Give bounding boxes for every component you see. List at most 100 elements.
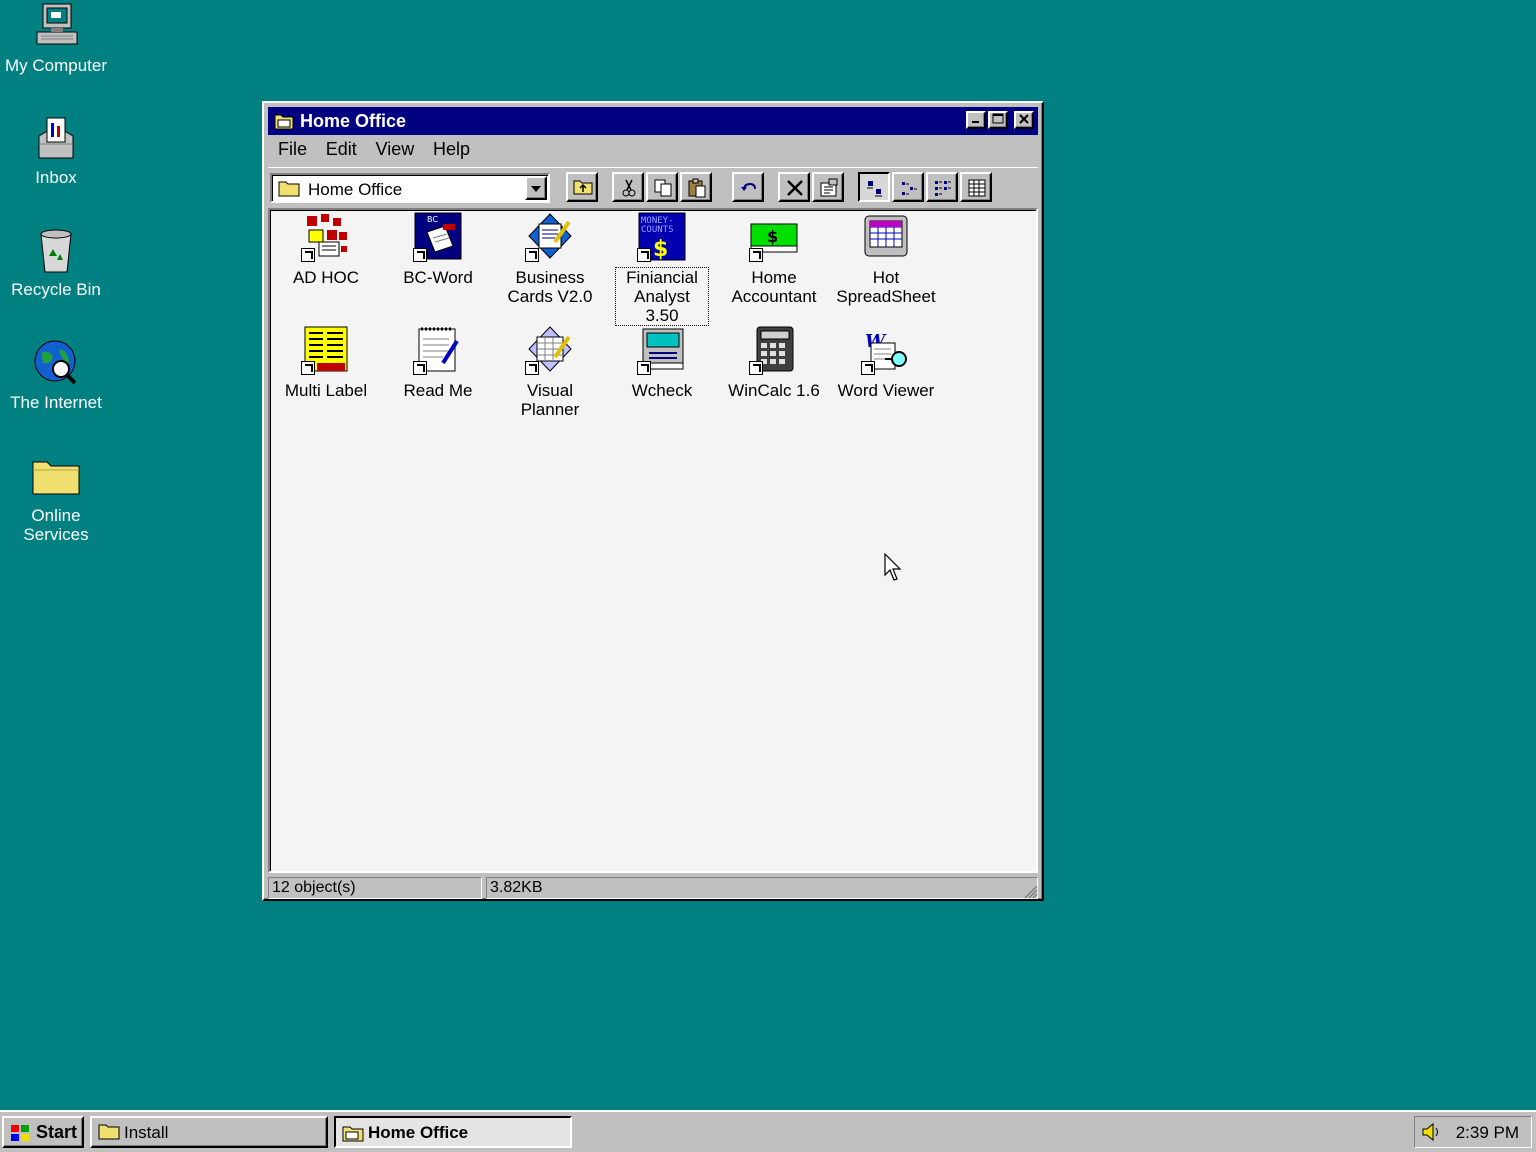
computer-icon [31, 2, 81, 52]
menu-view[interactable]: View [370, 137, 421, 162]
folder-icon [31, 452, 81, 502]
menu-help[interactable]: Help [427, 137, 476, 162]
start-button[interactable]: Start [2, 1116, 84, 1148]
file-item-label: AD HOC [292, 268, 360, 287]
minimize-button[interactable] [966, 111, 986, 129]
file-item-word-viewer[interactable]: W Word Viewer [830, 325, 942, 400]
desktop-icon-label: Recycle Bin [11, 280, 101, 299]
file-item-label: BC-Word [403, 268, 473, 287]
file-item-label: WinCalc 1.6 [728, 381, 820, 400]
menu-bar: File Edit View Help [272, 137, 478, 163]
toolbar: Home Office [268, 167, 1038, 208]
desktop-icon-the-internet[interactable]: The Internet [0, 339, 112, 412]
copy-button[interactable] [646, 172, 678, 202]
status-size: 3.82KB [486, 877, 1038, 899]
folder-window-icon [342, 1124, 364, 1147]
desktop-icon-label: My Computer [4, 56, 108, 75]
file-item-label: Wcheck [631, 381, 693, 400]
resize-grip-icon[interactable] [1022, 883, 1038, 899]
desktop-icon-online-services[interactable]: Online Services [0, 452, 112, 544]
folder-icon [278, 181, 300, 197]
start-label: Start [36, 1122, 78, 1142]
dollar-bill-icon: $ [749, 212, 799, 262]
folder-content-area[interactable]: AD HOC BC BC-Word Business Cards V2.0 MO… [268, 208, 1038, 873]
status-bar: 12 object(s) 3.82KB [268, 875, 1038, 899]
inbox-icon [31, 114, 81, 164]
recycle-bin-icon [31, 226, 81, 276]
bcword-icon: BC [413, 212, 463, 262]
file-item-label: Word Viewer [837, 381, 935, 400]
menu-edit[interactable]: Edit [320, 137, 363, 162]
file-item-multi-label[interactable]: Multi Label [270, 325, 382, 400]
file-item-financial-analyst[interactable]: MONEY- COUNTS $ Finiancial Analyst 3.50 [606, 212, 718, 326]
adhoc-icon [301, 212, 351, 262]
windows-logo-icon [9, 1123, 31, 1148]
file-item-read-me[interactable]: Read Me [382, 325, 494, 400]
delete-button[interactable] [778, 172, 810, 202]
file-item-visual-planner[interactable]: Visual Planner [494, 325, 606, 419]
task-label: Install [124, 1123, 169, 1142]
properties-button[interactable] [812, 172, 844, 202]
file-item-label: Home Accountant [731, 268, 817, 306]
desktop-icon-recycle-bin[interactable]: Recycle Bin [0, 226, 112, 299]
taskbar: Start Install Home Office 2:39 PM [0, 1110, 1536, 1152]
cut-button[interactable] [612, 172, 644, 202]
system-tray: 2:39 PM [1414, 1116, 1532, 1148]
file-item-home-accountant[interactable]: $ Home Accountant [718, 212, 830, 306]
file-item-label: Hot SpreadSheet [836, 268, 936, 306]
svg-text:BC: BC [427, 215, 438, 224]
up-one-level-button[interactable] [566, 172, 598, 202]
internet-icon [31, 339, 81, 389]
folder-window-icon [274, 112, 294, 130]
window-titlebar[interactable]: Home Office [268, 107, 1038, 135]
file-item-ad-hoc[interactable]: AD HOC [270, 212, 382, 287]
folder-icon [98, 1124, 120, 1145]
file-item-wincalc[interactable]: WinCalc 1.6 [718, 325, 830, 400]
volume-speaker-icon[interactable] [1421, 1122, 1443, 1147]
explorer-window: Home Office File Edit View Help Home Off… [262, 101, 1044, 901]
small-icons-view-button[interactable] [892, 172, 924, 202]
list-view-button[interactable] [926, 172, 958, 202]
taskbar-button-home-office[interactable]: Home Office [334, 1116, 572, 1148]
clock[interactable]: 2:39 PM [1456, 1123, 1519, 1143]
calculator-icon [749, 325, 799, 375]
money-counts-icon: MONEY- COUNTS $ [637, 212, 687, 262]
details-view-button[interactable] [960, 172, 992, 202]
spreadsheet-icon [861, 212, 911, 262]
address-value: Home Office [308, 180, 403, 199]
check-icon [637, 325, 687, 375]
svg-text:COUNTS: COUNTS [641, 225, 674, 235]
mouse-cursor-icon [884, 552, 904, 588]
file-item-bc-word[interactable]: BC BC-Word [382, 212, 494, 287]
file-item-label: Multi Label [284, 381, 368, 400]
file-item-label: Visual Planner [520, 381, 580, 419]
desktop-icon-label: Inbox [35, 168, 77, 187]
file-item-business-cards[interactable]: Business Cards V2.0 [494, 212, 606, 306]
dropdown-arrow-button[interactable] [525, 176, 547, 200]
large-icons-view-button[interactable] [858, 172, 890, 202]
status-object-count: 12 object(s) [268, 877, 482, 899]
svg-text:$: $ [767, 227, 778, 246]
taskbar-button-install[interactable]: Install [90, 1116, 328, 1148]
close-button[interactable] [1014, 111, 1034, 129]
planner-icon [525, 325, 575, 375]
file-item-label: Business Cards V2.0 [507, 268, 593, 306]
word-viewer-icon: W [861, 325, 911, 375]
file-item-label: Finiancial Analyst 3.50 [615, 267, 709, 326]
desktop-icon-my-computer[interactable]: My Computer [0, 2, 112, 75]
window-title: Home Office [300, 111, 407, 131]
desktop-icon-label: The Internet [10, 393, 102, 412]
notepad-icon [413, 325, 463, 375]
maximize-button[interactable] [988, 111, 1008, 129]
labels-icon [301, 325, 351, 375]
desktop-icon-inbox[interactable]: Inbox [0, 114, 112, 187]
file-item-wcheck[interactable]: Wcheck [606, 325, 718, 400]
paste-button[interactable] [680, 172, 712, 202]
address-dropdown[interactable]: Home Office [270, 173, 550, 203]
menu-file[interactable]: File [272, 137, 313, 162]
task-label: Home Office [368, 1123, 469, 1142]
undo-button[interactable] [732, 172, 764, 202]
svg-text:$: $ [653, 237, 668, 262]
desktop-icon-label: Online Services [23, 506, 89, 544]
file-item-hot-spreadsheet[interactable]: Hot SpreadSheet [830, 212, 942, 306]
